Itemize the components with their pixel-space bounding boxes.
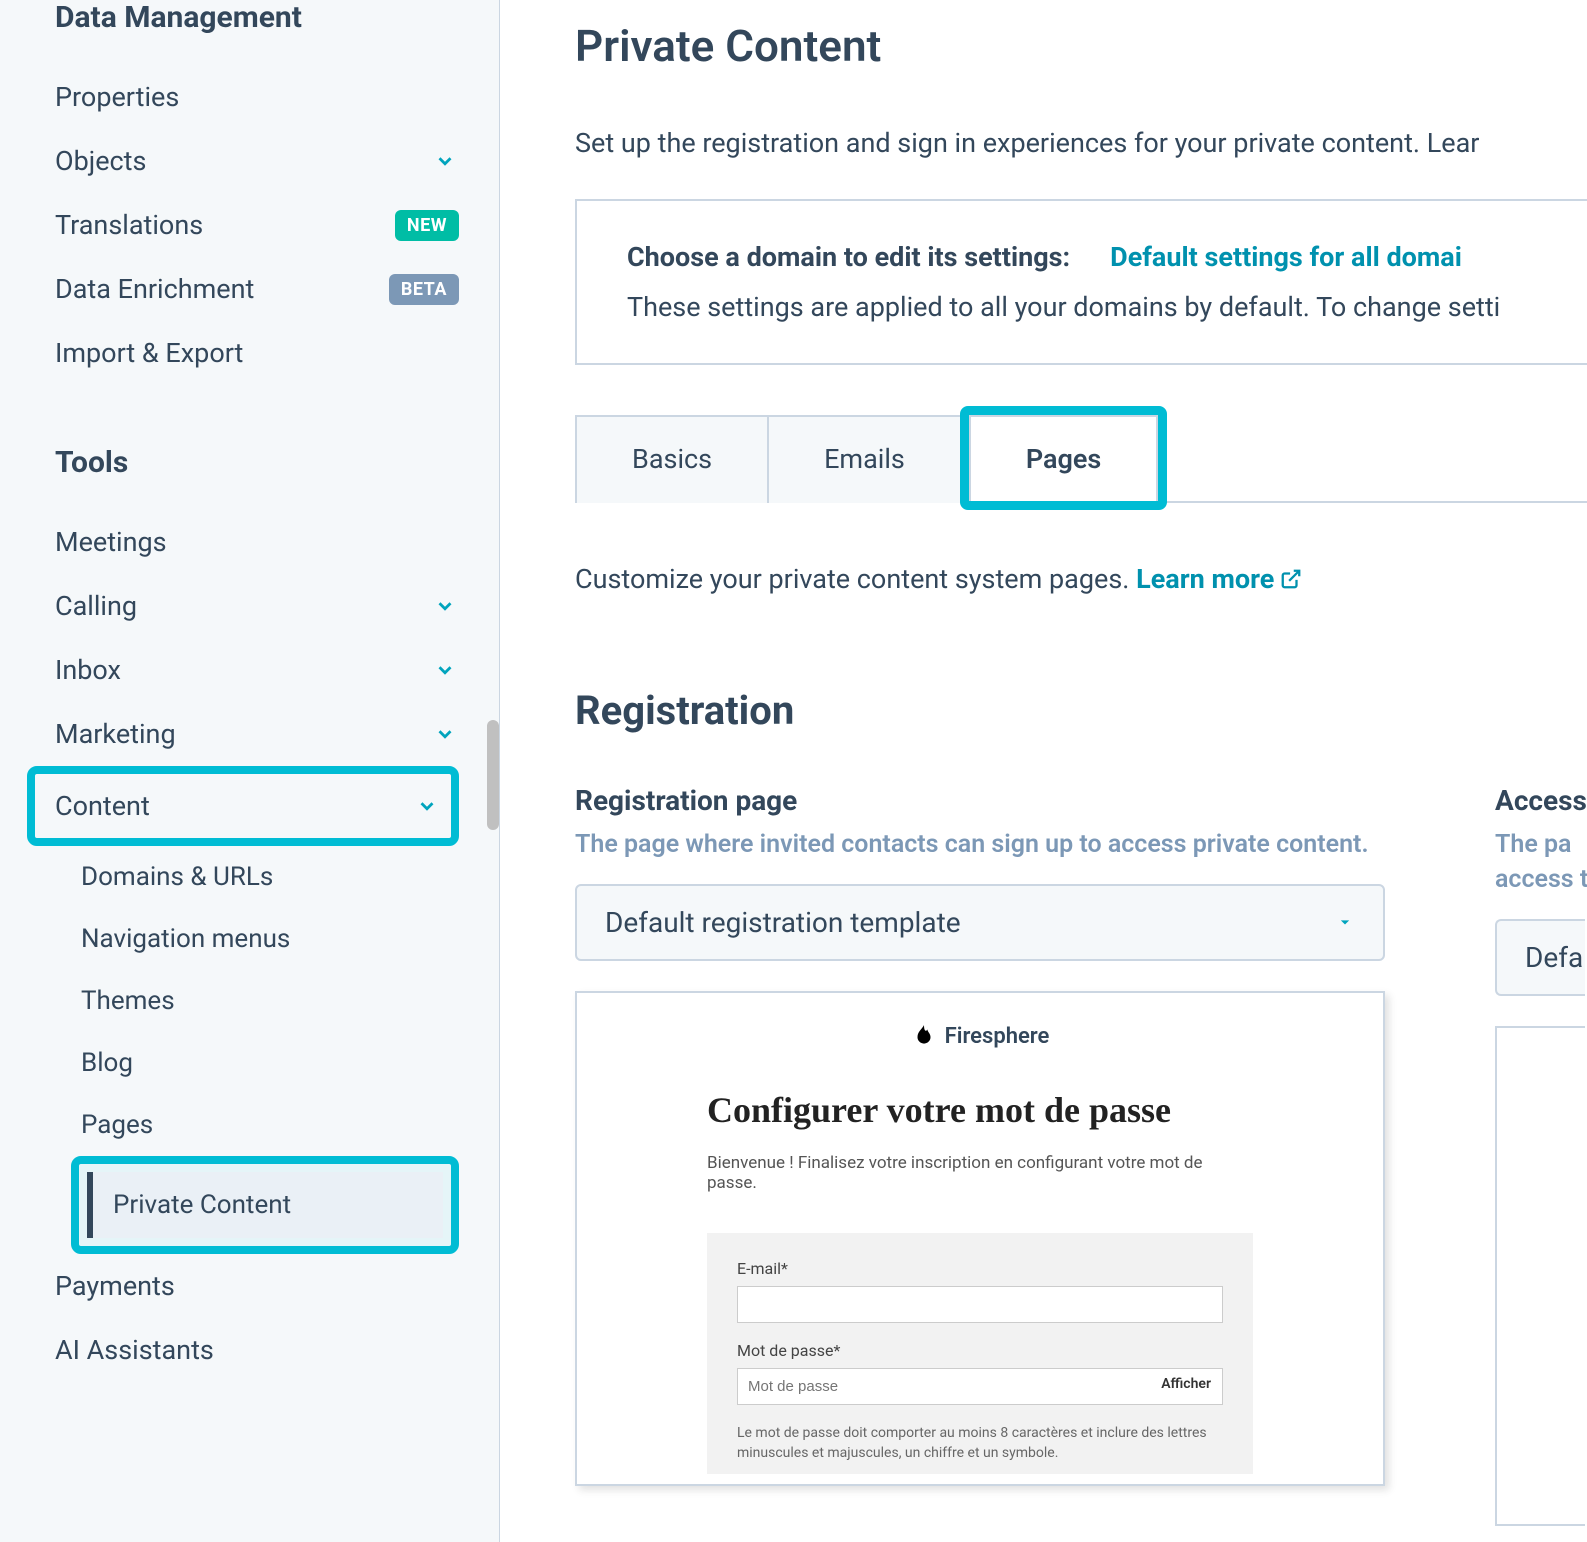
chevron-down-icon	[431, 592, 459, 620]
section-registration: Registration	[575, 687, 1587, 734]
domain-default-link[interactable]: Default settings for all domai	[1110, 241, 1462, 273]
sidebar-item-objects[interactable]: Objects	[55, 129, 459, 193]
sidebar-item-label: Pages	[81, 1110, 459, 1140]
sidebar-group-data-management: Data Management	[55, 0, 459, 35]
scrollbar-thumb[interactable]	[487, 720, 499, 830]
sidebar-item-label: Inbox	[55, 654, 431, 686]
sidebar-item-import-export[interactable]: Import & Export	[55, 321, 459, 385]
registration-preview: Firesphere Configurer votre mot de passe…	[575, 991, 1385, 1486]
sidebar-sub-content: Domains & URLs Navigation menus Themes B…	[55, 846, 459, 1254]
tabs: Basics Emails Pages	[575, 415, 1587, 503]
caret-down-icon	[1335, 906, 1355, 939]
email-label: E-mail*	[737, 1259, 1223, 1278]
flame-icon	[911, 1023, 937, 1049]
sidebar-item-meetings[interactable]: Meetings	[55, 510, 459, 574]
sidebar-item-data-enrichment[interactable]: Data Enrichment BETA	[55, 257, 459, 321]
page-title: Private Content	[575, 20, 1587, 72]
sidebar-item-label: Properties	[55, 81, 459, 113]
sidebar-item-navigation-menus[interactable]: Navigation menus	[81, 908, 459, 970]
chevron-down-icon	[413, 792, 441, 820]
password-hint: Le mot de passe doit comporter au moins …	[737, 1423, 1223, 1464]
sidebar-item-label: Import & Export	[55, 337, 459, 369]
access-title: Access	[1495, 784, 1587, 817]
access-desc: The pa access t	[1495, 827, 1587, 897]
preview-form: E-mail* Mot de passe* Afficher Le mot de…	[707, 1233, 1253, 1474]
sidebar-item-label: AI Assistants	[55, 1334, 459, 1366]
select-value: Defa	[1525, 941, 1583, 974]
sidebar-group-tools: Tools	[55, 445, 459, 480]
sidebar-item-private-content[interactable]: Private Content	[87, 1172, 443, 1238]
sidebar-item-label: Meetings	[55, 526, 459, 558]
sidebar-item-properties[interactable]: Properties	[55, 65, 459, 129]
preview-heading: Configurer votre mot de passe	[707, 1089, 1253, 1131]
beta-badge: BETA	[389, 274, 459, 305]
sidebar-item-label: Private Content	[113, 1190, 291, 1220]
sidebar-item-label: Domains & URLs	[81, 862, 459, 892]
sidebar-item-domains-urls[interactable]: Domains & URLs	[81, 846, 459, 908]
sidebar-item-label: Calling	[55, 590, 431, 622]
sidebar-item-label: Objects	[55, 145, 431, 177]
access-preview	[1495, 1026, 1585, 1526]
registration-template-select[interactable]: Default registration template	[575, 884, 1385, 961]
highlight-content: Content	[27, 766, 459, 846]
highlight-private-content: Private Content	[71, 1156, 459, 1254]
sidebar-item-inbox[interactable]: Inbox	[55, 638, 459, 702]
sidebar-item-label: Themes	[81, 986, 459, 1016]
sidebar-item-label: Payments	[55, 1270, 459, 1302]
tab-pages[interactable]: Pages	[969, 415, 1158, 501]
highlight-tab-pages: Pages	[960, 406, 1167, 510]
domain-desc: These settings are applied to all your d…	[627, 291, 1537, 323]
preview-welcome: Bienvenue ! Finalisez votre inscription …	[707, 1153, 1253, 1193]
show-password-link[interactable]: Afficher	[1161, 1376, 1211, 1392]
chevron-down-icon	[431, 147, 459, 175]
sidebar-item-marketing[interactable]: Marketing	[55, 702, 459, 766]
external-link-icon	[1280, 565, 1302, 597]
page-description: Set up the registration and sign in expe…	[575, 127, 1587, 159]
registration-page-title: Registration page	[575, 784, 1385, 817]
tab-basics[interactable]: Basics	[575, 415, 769, 503]
password-label: Mot de passe*	[737, 1341, 1223, 1360]
sidebar-item-ai-assistants[interactable]: AI Assistants	[55, 1318, 459, 1382]
sidebar-item-payments[interactable]: Payments	[55, 1254, 459, 1318]
domain-choose-label: Choose a domain to edit its settings:	[627, 241, 1070, 273]
sidebar-item-label: Navigation menus	[81, 924, 459, 954]
registration-page-desc: The page where invited contacts can sign…	[575, 827, 1385, 862]
sidebar-item-translations[interactable]: Translations NEW	[55, 193, 459, 257]
sidebar-item-label: Data Enrichment	[55, 273, 389, 305]
sidebar-item-label: Marketing	[55, 718, 431, 750]
customize-text: Customize your private content system pa…	[575, 563, 1587, 597]
sidebar-item-label: Content	[55, 790, 413, 822]
preview-brand: Firesphere	[607, 1023, 1353, 1049]
learn-more-link[interactable]: Learn more	[1136, 563, 1302, 595]
sidebar-item-label: Translations	[55, 209, 395, 241]
chevron-down-icon	[431, 656, 459, 684]
access-template-select[interactable]: Defa	[1495, 919, 1585, 996]
tab-emails[interactable]: Emails	[769, 415, 962, 503]
sidebar-item-content[interactable]: Content	[55, 774, 441, 838]
sidebar: Data Management Properties Objects Trans…	[0, 0, 500, 1542]
main-content: Private Content Set up the registration …	[500, 0, 1587, 1542]
email-field[interactable]	[737, 1286, 1223, 1323]
sidebar-item-blog[interactable]: Blog	[81, 1032, 459, 1094]
select-value: Default registration template	[605, 906, 961, 939]
chevron-down-icon	[431, 720, 459, 748]
password-field[interactable]	[737, 1368, 1223, 1405]
sidebar-item-calling[interactable]: Calling	[55, 574, 459, 638]
sidebar-item-themes[interactable]: Themes	[81, 970, 459, 1032]
sidebar-item-pages[interactable]: Pages	[81, 1094, 459, 1156]
new-badge: NEW	[395, 210, 459, 241]
domain-settings-box: Choose a domain to edit its settings: De…	[575, 199, 1587, 365]
sidebar-item-label: Blog	[81, 1048, 459, 1078]
